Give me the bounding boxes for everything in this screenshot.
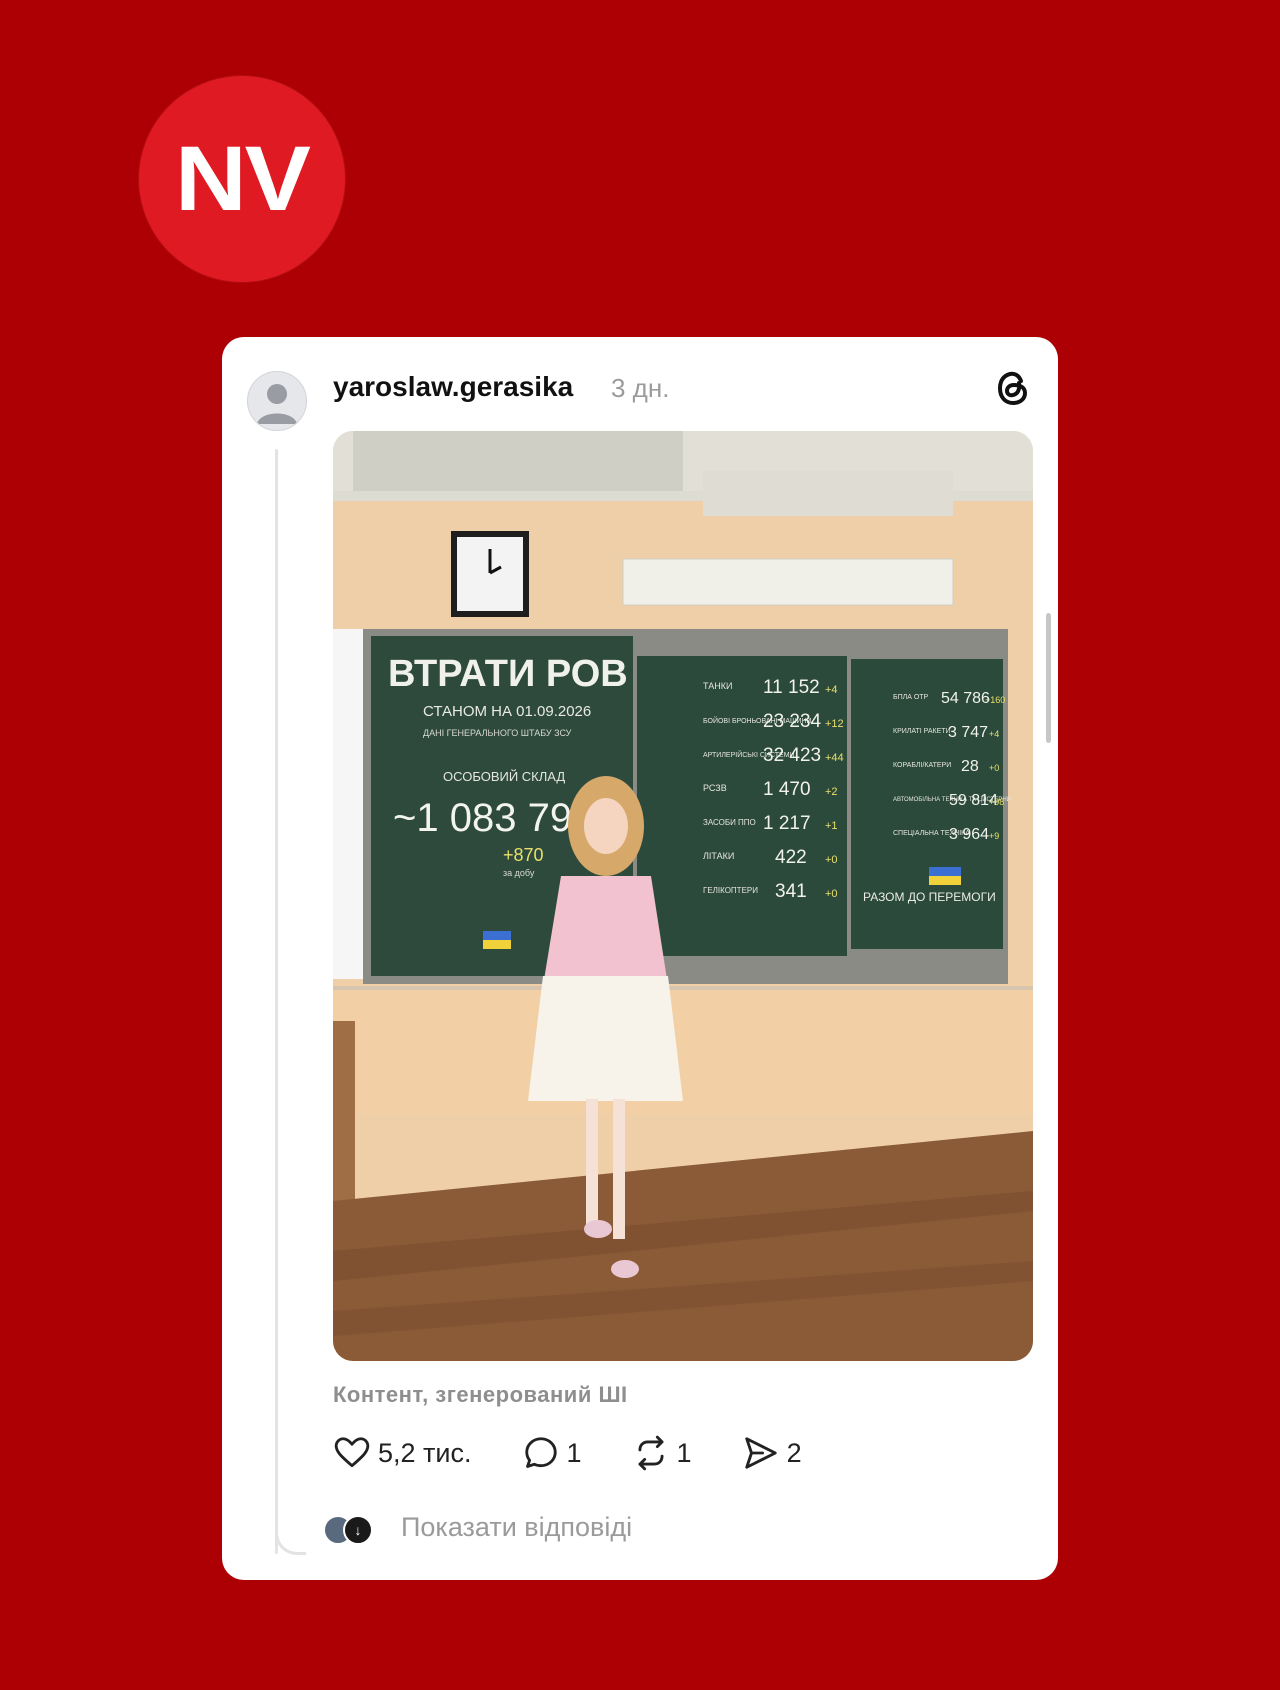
board-date: СТАНОМ НА 01.09.2026 [423,703,591,720]
arrow-down-icon: ↓ [343,1514,373,1545]
comment-button[interactable]: 1 [522,1434,582,1472]
default-avatar-icon [257,384,297,424]
threads-post-card: yaroslaw.gerasika 3 дн. ВТРАТИ РОВ СТАНО… [222,337,1058,1580]
board-row-value: 1 217 [763,813,811,834]
board-row-label: КОРАБЛІ/КАТЕРИ [893,762,951,769]
repost-icon [638,1435,664,1471]
board-row-value: 1 470 [763,779,811,800]
board-title: ВТРАТИ РОВ [388,653,628,695]
nv-logo-text: NV [175,127,311,230]
share-button[interactable]: 2 [742,1434,802,1472]
like-button[interactable]: 5,2 тис. [333,1434,472,1472]
board-personnel-label: ОСОБОВИЙ СКЛАД [443,769,565,784]
post-time: 3 дн. [611,373,670,403]
board-row-delta: +0 [989,763,999,773]
show-replies-label: Показати відповіді [401,1512,633,1542]
board-row-label: БПЛА ОТР [893,694,929,701]
send-icon [744,1437,777,1469]
scrollbar[interactable] [1046,613,1051,743]
post-username[interactable]: yaroslaw.gerasika [333,371,573,403]
board-row-label: ТАНКИ [703,681,732,691]
show-replies[interactable]: ↓ Показати відповіді [323,1512,633,1545]
board-row-value: 54 786 [941,690,990,707]
repost-count: 1 [676,1437,692,1468]
board-personnel-delta: +870 [503,845,544,865]
board-row-label: ЛІТАКИ [703,851,734,861]
board-row-value: 32 423 [763,745,821,766]
board-row-delta: +0 [825,888,838,900]
board-row-value: 11 152 [763,677,820,698]
board-row-value: 341 [775,881,807,902]
nv-logo: NV [139,76,345,282]
board-row-label: КРИЛАТІ РАКЕТИ [893,728,951,735]
board-row-delta: +12 [825,718,844,730]
board-row-delta: +2 [825,786,838,798]
heart-icon [334,1437,370,1468]
avatar[interactable] [247,371,307,431]
repost-button[interactable]: 1 [632,1434,692,1472]
thread-line-curve [275,1522,306,1555]
comment-count: 1 [566,1437,582,1468]
board-row-label: РСЗВ [703,783,727,793]
like-count: 5,2 тис. [378,1437,472,1468]
thread-line [275,449,278,1554]
board-slogan: РАЗОМ ДО ПЕРЕМОГИ [863,890,996,904]
ai-content-label[interactable]: Контент, згенерований ШІ [333,1382,628,1408]
board-row-delta: +4 [989,729,999,739]
board-row-label: ГЕЛІКОПТЕРИ [703,886,758,895]
board-row-value: 422 [775,847,807,868]
board-row-delta: +98 [989,797,1004,807]
board-personnel-total: ~1 083 790 [393,796,594,840]
board-row-delta: +4 [825,684,838,696]
board-row-delta: +9 [989,831,999,841]
classroom-photo: ВТРАТИ РОВ СТАНОМ НА 01.09.2026 ДАНІ ГЕН… [333,431,1033,1361]
board-row-label: ЗАСОБИ ППО [703,818,756,827]
board-row-delta: +1 [825,820,838,832]
board-row-value: 3 747 [948,724,988,741]
threads-logo-icon[interactable] [992,367,1034,409]
board-personnel-delta-note: за добу [503,868,535,878]
board-row-delta: +44 [825,752,844,764]
post-image[interactable]: ВТРАТИ РОВ СТАНОМ НА 01.09.2026 ДАНІ ГЕН… [333,431,1033,1361]
board-row-value: 3 964 [949,826,989,843]
board-row-delta: +0 [825,854,838,866]
reply-avatars: ↓ [323,1513,377,1545]
post-actions: 5,2 тис. 1 1 2 [333,1434,852,1472]
board-row-value: 28 [961,758,979,775]
share-count: 2 [786,1437,802,1468]
board-source: ДАНІ ГЕНЕРАЛЬНОГО ШТАБУ ЗСУ [423,728,572,738]
comment-icon [524,1437,557,1468]
board-row-delta: +160 [985,695,1005,705]
board-row-value: 23 234 [763,711,822,732]
